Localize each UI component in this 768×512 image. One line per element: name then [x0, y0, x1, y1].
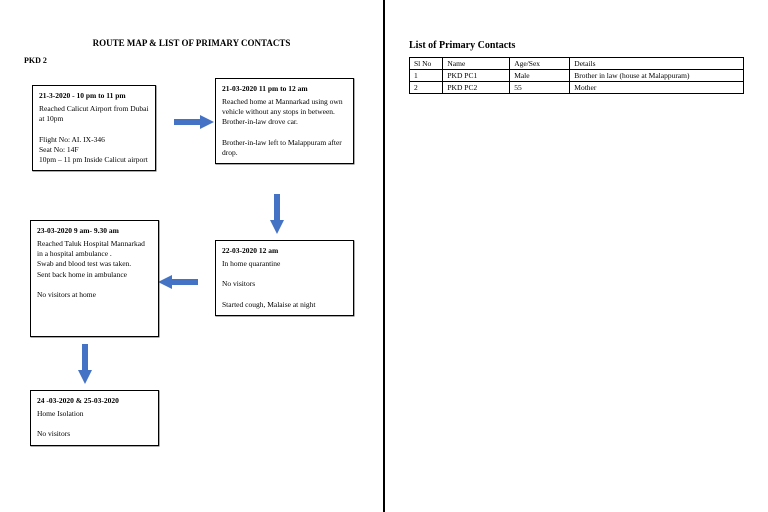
event-box-5-header: 24 -03-2020 & 25-03-2020	[37, 396, 152, 406]
table-row: 1 PKD PC1 Male Brother in law (house at …	[410, 70, 744, 82]
col-slno: Sl No	[410, 58, 443, 70]
event-box-3: 22-03-2020 12 am In home quarantine No v…	[215, 240, 354, 316]
col-name: Name	[443, 58, 510, 70]
arrow-down-icon	[270, 220, 284, 234]
event-box-1-body: Reached Calicut Airport from Dubai at 10…	[39, 104, 149, 165]
cell-agesex: Male	[510, 70, 570, 82]
event-box-4-body: Reached Taluk Hospital Mannarkad in a ho…	[37, 239, 152, 300]
route-map-title: ROUTE MAP & LIST OF PRIMARY CONTACTS	[24, 38, 359, 48]
event-box-3-header: 22-03-2020 12 am	[222, 246, 347, 256]
arrow-down-icon-2	[78, 370, 92, 384]
cell-slno: 2	[410, 82, 443, 94]
page-contacts-list: List of Primary Contacts Sl No Name Age/…	[385, 0, 768, 512]
arrow-right-icon	[200, 115, 214, 129]
cell-details: Mother	[570, 82, 744, 94]
event-box-4: 23-03-2020 9 am- 9.30 am Reached Taluk H…	[30, 220, 159, 337]
col-details: Details	[570, 58, 744, 70]
event-box-2-body: Reached home at Mannarkad using own vehi…	[222, 97, 347, 158]
event-box-4-header: 23-03-2020 9 am- 9.30 am	[37, 226, 152, 236]
event-box-2: 21-03-2020 11 pm to 12 am Reached home a…	[215, 78, 354, 164]
event-box-2-header: 21-03-2020 11 pm to 12 am	[222, 84, 347, 94]
contacts-list-title: List of Primary Contacts	[409, 40, 744, 51]
contacts-table: Sl No Name Age/Sex Details 1 PKD PC1 Mal…	[409, 57, 744, 94]
cell-name: PKD PC2	[443, 82, 510, 94]
cell-slno: 1	[410, 70, 443, 82]
page-route-map: ROUTE MAP & LIST OF PRIMARY CONTACTS PKD…	[0, 0, 383, 512]
event-box-1-header: 21-3-2020 - 10 pm to 11 pm	[39, 91, 149, 101]
case-id: PKD 2	[24, 56, 359, 65]
table-header-row: Sl No Name Age/Sex Details	[410, 58, 744, 70]
cell-agesex: 55	[510, 82, 570, 94]
cell-name: PKD PC1	[443, 70, 510, 82]
table-row: 2 PKD PC2 55 Mother	[410, 82, 744, 94]
event-box-5-body: Home Isolation No visitors	[37, 409, 152, 439]
arrow-left-icon	[158, 275, 172, 289]
col-agesex: Age/Sex	[510, 58, 570, 70]
cell-details: Brother in law (house at Malappuram)	[570, 70, 744, 82]
event-box-3-body: In home quarantine No visitors Started c…	[222, 259, 347, 310]
event-box-1: 21-3-2020 - 10 pm to 11 pm Reached Calic…	[32, 85, 156, 171]
event-box-5: 24 -03-2020 & 25-03-2020 Home Isolation …	[30, 390, 159, 446]
